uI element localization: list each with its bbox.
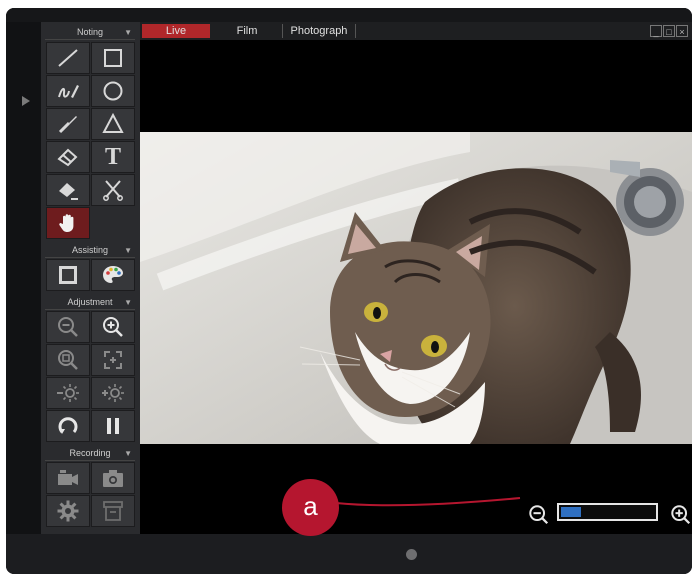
freehand-pen-icon xyxy=(58,85,79,98)
brush-tool-button[interactable] xyxy=(46,108,90,140)
callout-marker-a: a xyxy=(282,479,339,536)
zoom-out-icon xyxy=(58,317,78,337)
scissors-icon xyxy=(103,180,123,201)
frame-tool-button[interactable] xyxy=(46,259,90,291)
zoom-full-icon xyxy=(104,351,122,369)
close-icon[interactable]: × xyxy=(676,25,688,37)
line-tool-button[interactable] xyxy=(46,42,90,74)
device-bottom-bar xyxy=(6,534,692,574)
brightness-up-tool-button[interactable] xyxy=(91,377,135,409)
settings-gear-icon xyxy=(57,500,79,522)
zoom-slider-fill xyxy=(561,507,581,517)
color-palette-icon xyxy=(103,266,123,283)
brightness-up-icon xyxy=(102,384,124,402)
zoom-out-icon[interactable] xyxy=(528,504,550,526)
video-record-button[interactable] xyxy=(46,462,90,494)
video-camera-icon xyxy=(58,470,78,485)
brush-icon xyxy=(58,116,77,134)
zoom-full-tool-button[interactable] xyxy=(91,344,135,376)
brightness-down-tool-button[interactable] xyxy=(46,377,90,409)
tool-panel: Noting ▼ T Assisting ▼ Adjustment ▼ Reco… xyxy=(41,22,140,534)
eraser-tool-button[interactable] xyxy=(46,141,90,173)
section-recording-header[interactable]: Recording ▼ xyxy=(45,447,135,461)
section-noting-label: Noting xyxy=(76,27,103,37)
restore-icon[interactable]: □ xyxy=(663,25,675,37)
text-tool-button[interactable]: T xyxy=(91,141,135,173)
pause-icon xyxy=(107,418,119,434)
zoom-in-tool-button[interactable] xyxy=(91,311,135,343)
chevron-down-icon: ▼ xyxy=(124,298,132,307)
hand-tool-button[interactable] xyxy=(46,207,90,239)
photo-camera-icon xyxy=(103,470,123,487)
circle-tool-button[interactable] xyxy=(91,75,135,107)
zoom-slider[interactable] xyxy=(557,503,658,521)
pause-tool-button[interactable] xyxy=(91,410,135,442)
archive-icon xyxy=(103,501,123,521)
triangle-tool-button[interactable] xyxy=(91,108,135,140)
clear-eraser-icon xyxy=(59,183,78,200)
eraser-icon xyxy=(57,148,78,167)
zoom-fit-tool-button[interactable] xyxy=(46,344,90,376)
settings-button[interactable] xyxy=(46,495,90,527)
text-icon: T xyxy=(104,143,121,170)
rotate-tool-button[interactable] xyxy=(46,410,90,442)
zoom-fit-icon xyxy=(58,350,78,370)
chevron-down-icon: ▼ xyxy=(124,449,132,458)
panel-collapse-arrow-icon[interactable] xyxy=(22,96,30,106)
rectangle-icon xyxy=(104,49,122,67)
zoom-in-icon xyxy=(103,317,123,337)
live-view xyxy=(140,40,692,534)
tab-photograph[interactable]: Photograph xyxy=(282,24,356,38)
hand-icon xyxy=(59,214,74,232)
photo-capture-button[interactable] xyxy=(91,462,135,494)
square-frame-icon xyxy=(59,266,77,284)
window-controls: _ □ × xyxy=(650,25,688,37)
palette-tool-button[interactable] xyxy=(91,259,135,291)
section-adjustment-header[interactable]: Adjustment ▼ xyxy=(45,296,135,310)
section-assisting-label: Assisting xyxy=(71,245,108,255)
scissors-tool-button[interactable] xyxy=(91,174,135,206)
callout-pointer-line xyxy=(335,497,521,507)
rotate-icon xyxy=(58,417,78,434)
top-bezel xyxy=(6,8,692,22)
rectangle-tool-button[interactable] xyxy=(91,42,135,74)
chevron-down-icon: ▼ xyxy=(124,28,132,37)
tab-live[interactable]: Live xyxy=(142,24,210,38)
freehand-tool-button[interactable] xyxy=(46,75,90,107)
section-recording-label: Recording xyxy=(69,448,111,458)
cat-in-bathtub-image xyxy=(140,132,692,444)
section-adjustment-label: Adjustment xyxy=(67,297,113,307)
circle-icon xyxy=(103,81,123,101)
archive-button[interactable] xyxy=(91,495,135,527)
app-window: Noting ▼ T Assisting ▼ Adjustment ▼ Reco… xyxy=(6,8,692,574)
minimize-icon[interactable]: _ xyxy=(650,25,662,37)
section-noting-header[interactable]: Noting ▼ xyxy=(45,26,135,40)
live-camera-image xyxy=(140,132,692,444)
mode-tabs: Live Film Photograph _ □ × xyxy=(140,22,692,40)
zoom-out-tool-button[interactable] xyxy=(46,311,90,343)
chevron-down-icon: ▼ xyxy=(124,246,132,255)
triangle-icon xyxy=(102,112,124,133)
section-assisting-header[interactable]: Assisting ▼ xyxy=(45,244,135,258)
line-icon xyxy=(58,49,78,67)
home-button-icon[interactable] xyxy=(406,549,417,560)
zoom-in-icon[interactable] xyxy=(670,504,692,526)
clear-eraser-tool-button[interactable] xyxy=(46,174,90,206)
tab-film[interactable]: Film xyxy=(222,24,272,38)
brightness-down-icon xyxy=(57,384,79,402)
